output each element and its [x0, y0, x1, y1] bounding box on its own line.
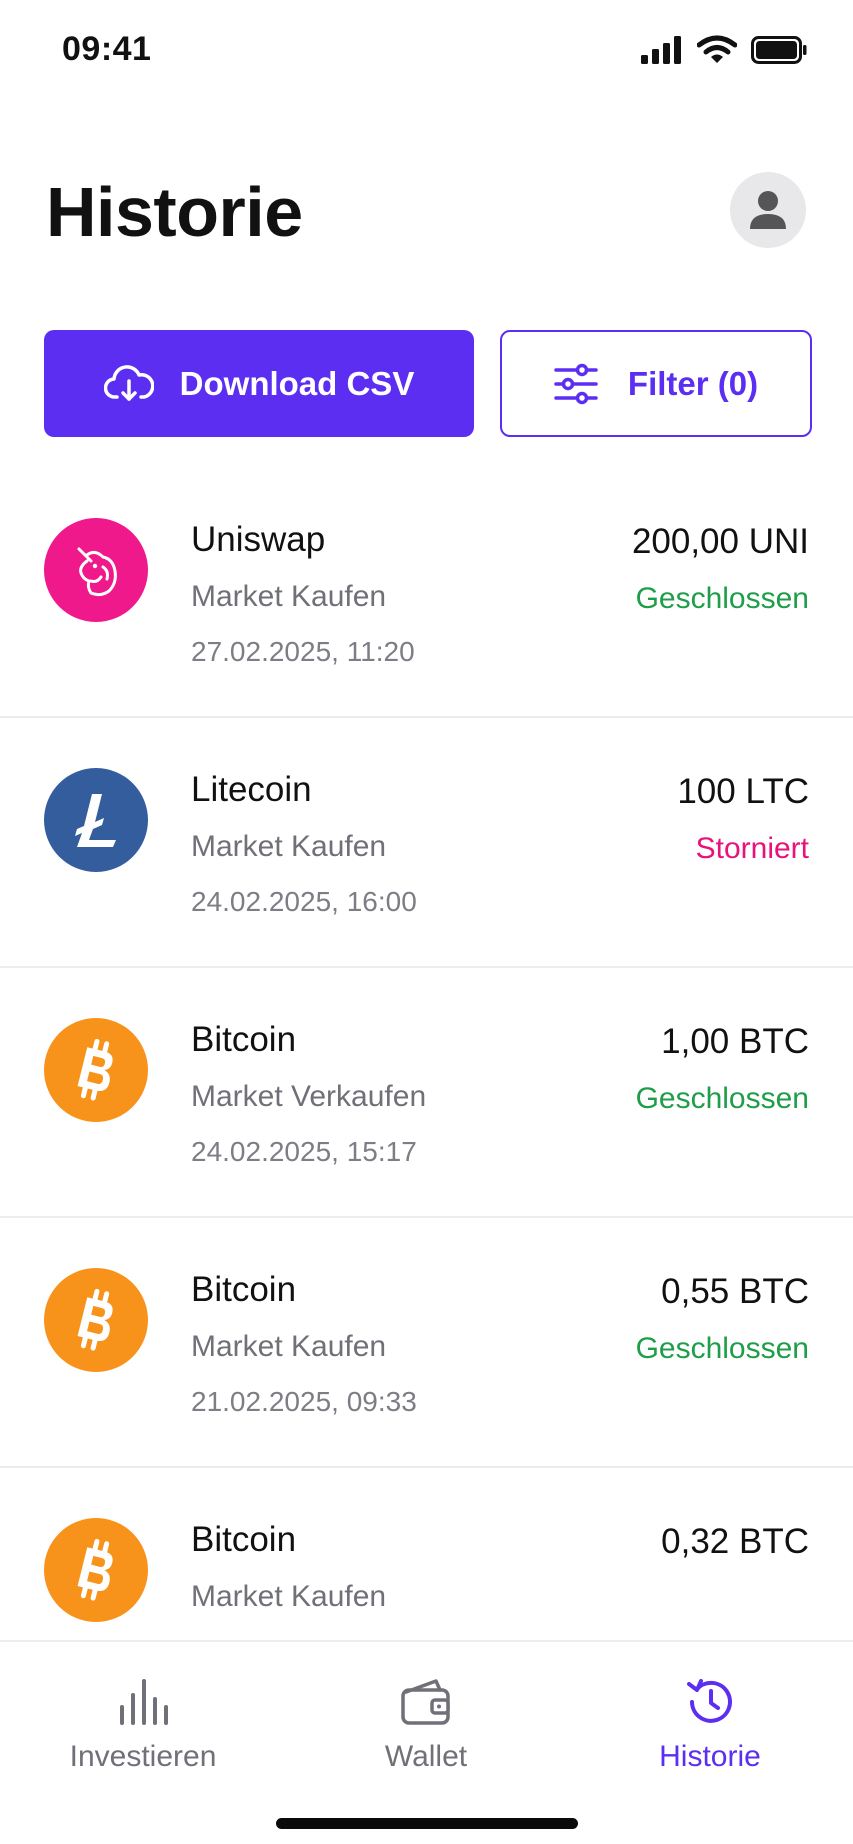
order-type: Market Verkaufen	[191, 1080, 427, 1113]
status-bar: 09:41	[0, 0, 853, 100]
coin-logo	[44, 1268, 148, 1372]
coin-name: Bitcoin	[191, 1020, 297, 1059]
order-type: Market Kaufen	[191, 1580, 387, 1613]
cloud-download-icon	[103, 364, 154, 401]
coin-logo	[44, 768, 148, 872]
bitcoin-icon	[77, 1038, 113, 1101]
order-date: 27.02.2025, 11:20	[191, 636, 415, 667]
order-amount: 200,00 UNI	[631, 522, 809, 561]
order-date: 21.02.2025, 09:33	[191, 1386, 417, 1417]
signal-icon	[641, 36, 681, 64]
order-type: Market Kaufen	[191, 580, 387, 613]
transaction-row[interactable]: Bitcoin Market Kaufen 21.02.2025, 09:33 …	[0, 1218, 853, 1468]
order-status: Geschlossen	[635, 1332, 809, 1365]
download-csv-button[interactable]: Download CSV	[44, 330, 474, 437]
bar-chart-icon	[113, 1672, 173, 1732]
user-icon	[750, 191, 786, 229]
litecoin-icon	[75, 794, 116, 847]
coin-name: Litecoin	[191, 770, 312, 809]
uniswap-icon	[77, 547, 117, 597]
coin-name: Bitcoin	[191, 1520, 297, 1559]
page-title: Historie	[46, 173, 303, 251]
bitcoin-icon	[77, 1538, 113, 1601]
order-date: 24.02.2025, 16:00	[191, 886, 417, 917]
wallet-icon	[396, 1672, 456, 1732]
order-amount: 0,55 BTC	[661, 1272, 809, 1311]
order-date: 24.02.2025, 15:17	[191, 1136, 417, 1167]
filter-button[interactable]: Filter (0)	[500, 330, 812, 437]
nav-item-wallet[interactable]: Wallet	[316, 1672, 536, 1792]
order-status: Storniert	[695, 832, 809, 865]
order-amount: 100 LTC	[677, 772, 809, 811]
bottom-nav: Investieren Wallet Historie	[0, 1640, 853, 1844]
order-amount: 1,00 BTC	[661, 1022, 809, 1061]
home-indicator[interactable]	[276, 1818, 578, 1829]
coin-name: Bitcoin	[191, 1270, 297, 1309]
coin-logo	[44, 1018, 148, 1122]
order-type: Market Kaufen	[191, 1330, 387, 1363]
nav-item-historie[interactable]: Historie	[600, 1672, 820, 1792]
transaction-row[interactable]: Bitcoin Market Verkaufen 24.02.2025, 15:…	[0, 968, 853, 1218]
battery-icon	[751, 36, 807, 64]
sliders-icon	[554, 363, 598, 404]
nav-label: Wallet	[384, 1740, 468, 1773]
coin-logo	[44, 518, 148, 622]
nav-item-investieren[interactable]: Investieren	[33, 1672, 253, 1792]
wifi-icon	[697, 35, 737, 63]
coin-logo	[44, 1518, 148, 1622]
coin-name: Uniswap	[191, 520, 326, 559]
transaction-row[interactable]: Bitcoin Market Kaufen 0,32 BTC	[0, 1468, 853, 1640]
nav-label: Investieren	[69, 1740, 217, 1773]
status-time: 09:41	[62, 30, 152, 68]
order-type: Market Kaufen	[191, 830, 387, 863]
filter-label: Filter (0)	[627, 364, 759, 402]
history-icon	[680, 1672, 740, 1732]
status-icons	[641, 32, 807, 68]
profile-avatar[interactable]	[730, 172, 806, 248]
transaction-row[interactable]: Litecoin Market Kaufen 24.02.2025, 16:00…	[0, 718, 853, 968]
order-status: Geschlossen	[635, 582, 809, 615]
nav-label: Historie	[659, 1740, 761, 1773]
bitcoin-icon	[77, 1288, 113, 1351]
order-amount: 0,32 BTC	[661, 1522, 809, 1561]
order-status: Geschlossen	[635, 1082, 809, 1115]
transaction-list[interactable]: Uniswap Market Kaufen 27.02.2025, 11:20 …	[0, 468, 853, 1640]
download-csv-label: Download CSV	[179, 364, 415, 402]
transaction-row[interactable]: Uniswap Market Kaufen 27.02.2025, 11:20 …	[0, 468, 853, 718]
